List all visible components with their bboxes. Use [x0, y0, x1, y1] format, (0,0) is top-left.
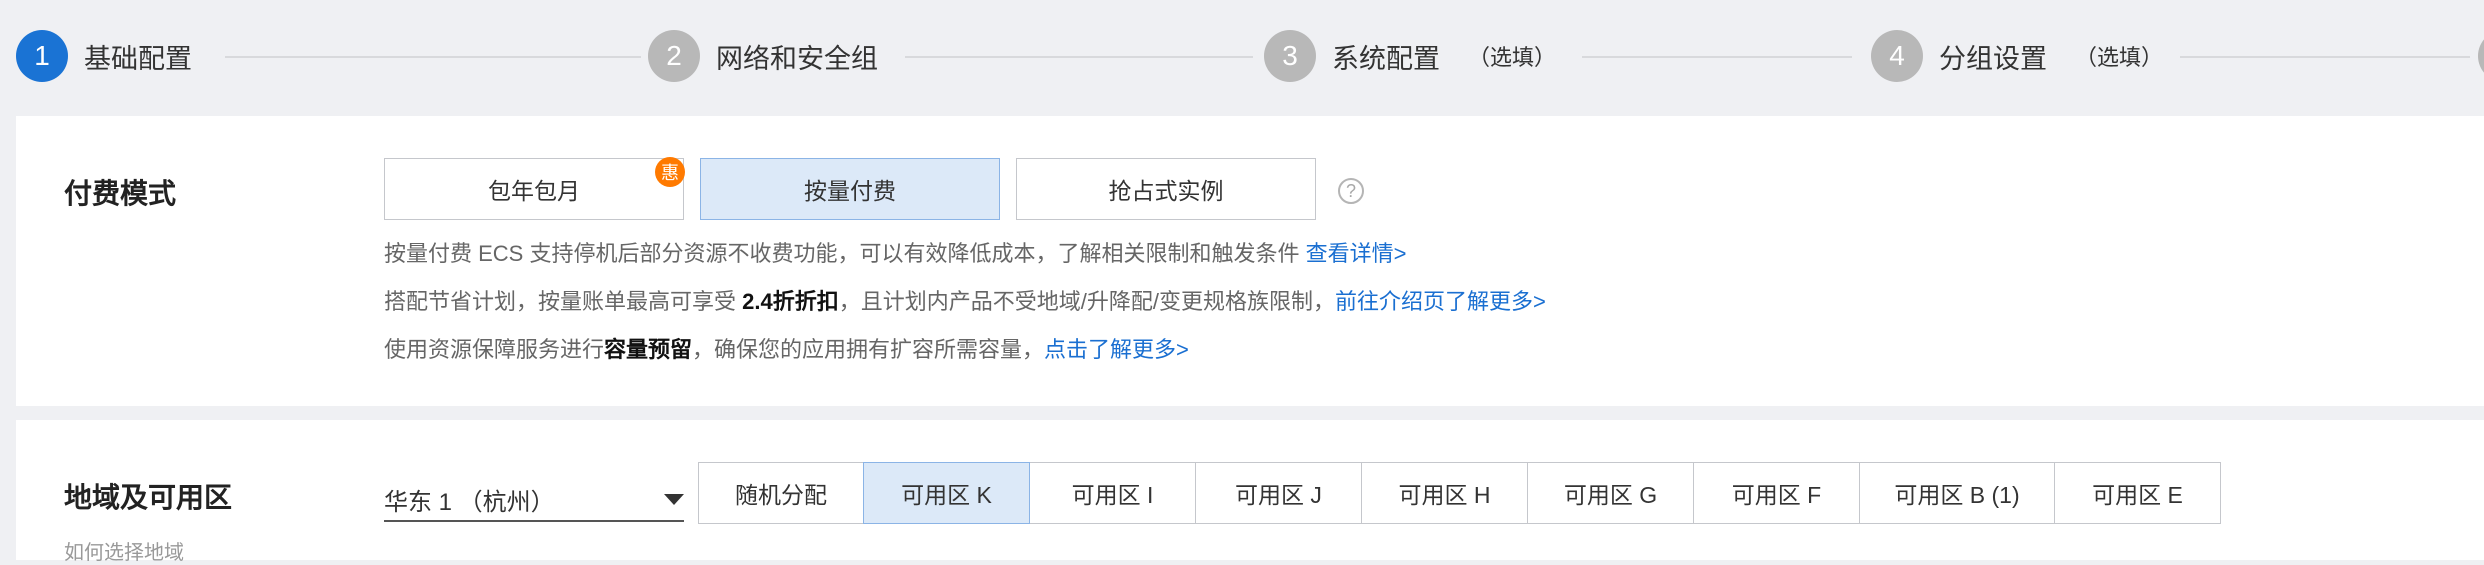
zone-option-i[interactable]: 可用区 I — [1029, 462, 1196, 524]
step-basic-config[interactable]: 1 基础配置 — [16, 30, 192, 82]
step-connector — [225, 56, 641, 58]
zone-option-e[interactable]: 可用区 E — [2054, 462, 2221, 524]
step-label: 网络和安全组 — [716, 43, 878, 74]
zone-option-g[interactable]: 可用区 G — [1527, 462, 1694, 524]
step-connector — [1582, 56, 1852, 58]
option-subscription-button[interactable]: 包年包月 惠 — [384, 157, 685, 220]
description-text: 使用资源保障服务进行 — [384, 337, 605, 362]
discount-badge-icon: 惠 — [655, 157, 685, 187]
description-text: 搭配节省计划，按量账单最高可享受 — [384, 289, 743, 314]
capacity-highlight: 容量预留 — [604, 337, 693, 362]
step-label: 基础配置 — [84, 43, 192, 74]
description-text: ，且计划内产品不受地域/升降配/变更规格族限制， — [838, 289, 1335, 314]
description-text: ，确保您的应用拥有扩容所需容量， — [692, 337, 1045, 362]
zone-option-j[interactable]: 可用区 J — [1195, 462, 1362, 524]
step-number: 1 — [16, 30, 68, 82]
view-details-link[interactable]: 查看详情> — [1306, 241, 1407, 266]
zone-option-h[interactable]: 可用区 H — [1361, 462, 1528, 524]
step-optional-note: （选填） — [1468, 45, 1557, 70]
step-system-config[interactable]: 3 系统配置 （选填） — [1264, 30, 1556, 82]
step-group-settings[interactable]: 4 分组设置 （选填） — [1871, 30, 2163, 82]
chevron-down-icon — [664, 494, 684, 505]
step-label: 分组设置 — [1939, 43, 2047, 74]
step-connector — [2180, 56, 2470, 58]
capacity-reservation-line: 使用资源保障服务进行容量预留，确保您的应用拥有扩容所需容量，点击了解更多> — [384, 332, 1189, 364]
step-number: 3 — [1264, 30, 1316, 82]
description-text: 按量付费 ECS 支持停机后部分资源不收费功能，可以有效降低成本，了解相关限制和… — [384, 241, 1306, 266]
step-network-security[interactable]: 2 网络和安全组 — [648, 30, 878, 82]
help-icon[interactable]: ? — [1338, 178, 1364, 204]
discount-highlight: 2.4折折扣 — [742, 289, 839, 314]
savings-plan-link[interactable]: 前往介绍页了解更多> — [1335, 289, 1546, 314]
zone-selector: 随机分配 可用区 K 可用区 I 可用区 J 可用区 H 可用区 G 可用区 F… — [698, 462, 2221, 524]
step-connector — [905, 56, 1253, 58]
option-label: 包年包月 — [488, 178, 580, 204]
region-title: 地域及可用区 — [64, 482, 233, 513]
step-number: 2 — [648, 30, 700, 82]
step-next-indicator — [2478, 30, 2484, 82]
zone-option-f[interactable]: 可用区 F — [1693, 462, 1860, 524]
region-help-link[interactable]: 如何选择地域 — [64, 536, 184, 565]
region-zone-panel: 地域及可用区 华东 1 （杭州） 随机分配 可用区 K 可用区 I 可用区 J … — [16, 420, 2484, 564]
payment-mode-title: 付费模式 — [64, 178, 177, 209]
step-number: 4 — [1871, 30, 1923, 82]
payment-description-line: 按量付费 ECS 支持停机后部分资源不收费功能，可以有效降低成本，了解相关限制和… — [384, 236, 1406, 268]
option-label: 抢占式实例 — [1108, 178, 1224, 204]
region-select[interactable]: 华东 1 （杭州） — [384, 476, 684, 522]
option-label: 按量付费 — [804, 178, 896, 204]
step-optional-note: （选填） — [2075, 45, 2164, 70]
zone-option-k[interactable]: 可用区 K — [863, 462, 1030, 524]
zone-option-random[interactable]: 随机分配 — [698, 462, 864, 524]
region-select-value: 华东 1 （杭州） — [384, 489, 555, 516]
option-pay-as-you-go-button[interactable]: 按量付费 — [700, 158, 1000, 220]
zone-option-b[interactable]: 可用区 B (1) — [1859, 462, 2055, 524]
wizard-steps: 1 基础配置 2 网络和安全组 3 系统配置 （选填） 4 分组设置 （选填） — [0, 0, 2484, 110]
learn-more-link[interactable]: 点击了解更多> — [1044, 337, 1189, 362]
savings-plan-line: 搭配节省计划，按量账单最高可享受 2.4折折扣，且计划内产品不受地域/升降配/变… — [384, 284, 1546, 316]
step-label: 系统配置 — [1332, 43, 1440, 74]
option-preemptible-button[interactable]: 抢占式实例 — [1016, 158, 1316, 220]
payment-mode-panel: 付费模式 包年包月 惠 按量付费 抢占式实例 ? 按量付费 ECS 支持停机后部… — [16, 116, 2484, 406]
